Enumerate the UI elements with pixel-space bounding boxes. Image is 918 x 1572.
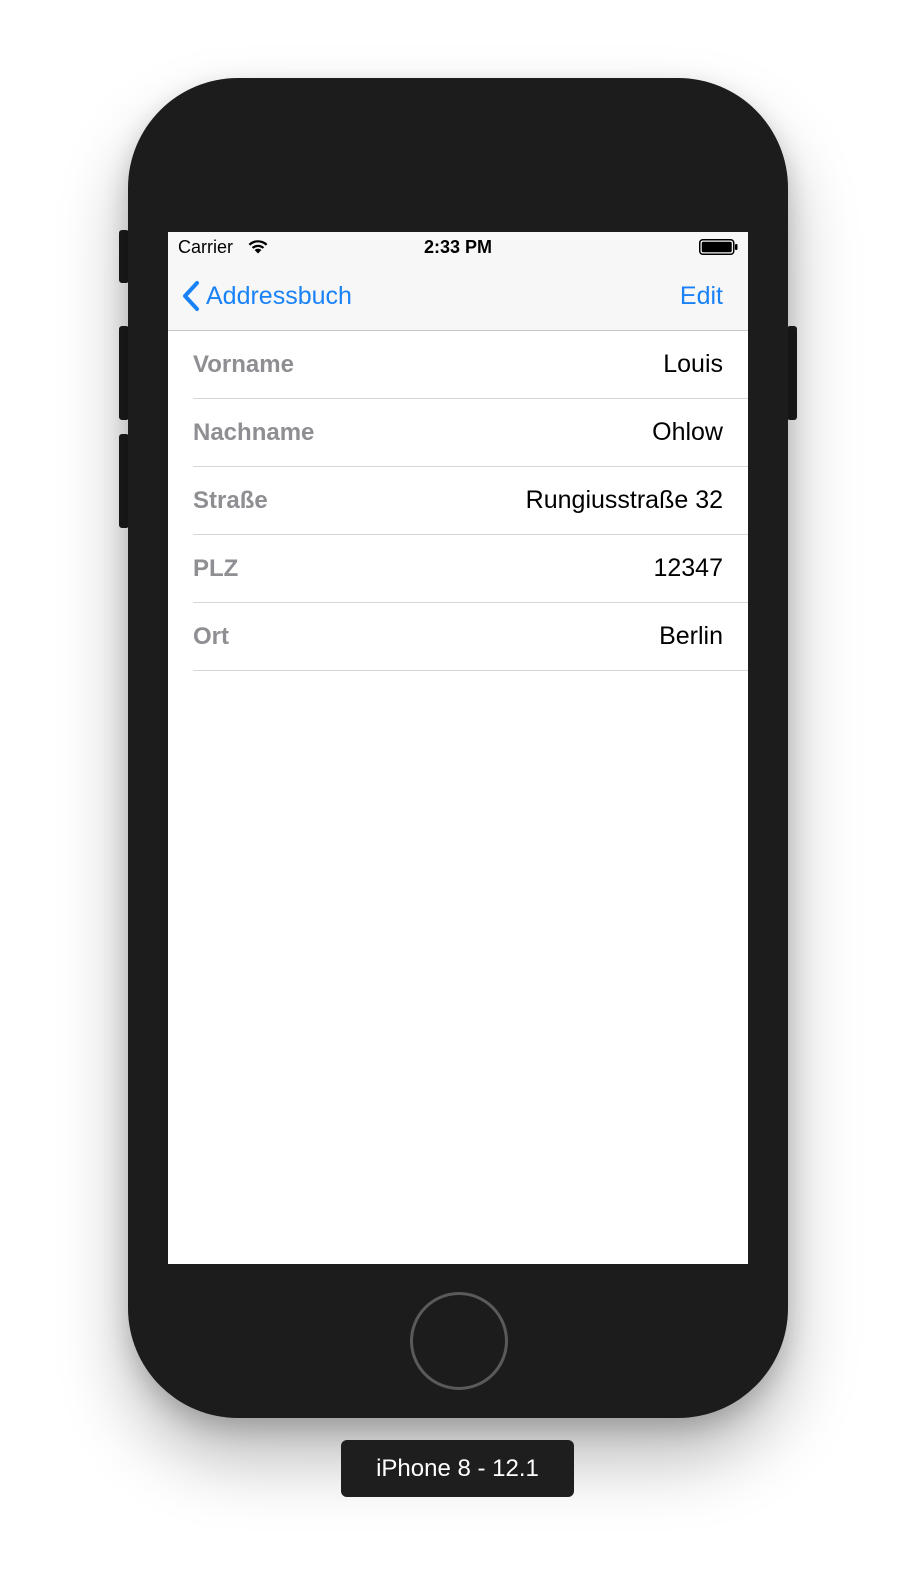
table-row-plz[interactable]: PLZ 12347	[193, 535, 748, 603]
table-row-strasse[interactable]: Straße Rungiusstraße 32	[193, 467, 748, 535]
navigation-bar: Addressbuch Edit	[168, 262, 748, 331]
row-value: 12347	[653, 554, 723, 582]
row-value: Berlin	[659, 622, 723, 650]
table-row-vorname[interactable]: Vorname Louis	[193, 331, 748, 399]
simulator-device-label: iPhone 8 - 12.1	[341, 1440, 574, 1497]
back-button-label: Addressbuch	[206, 281, 352, 310]
row-label: Straße	[193, 487, 268, 514]
status-time: 2:33 PM	[423, 237, 493, 257]
chevron-left-icon	[183, 281, 199, 311]
row-value: Ohlow	[652, 418, 723, 446]
simulator-stage: Carrier 2:33 PM Addressbuch Edit Vorname…	[0, 0, 918, 1572]
battery-full-icon	[699, 239, 738, 255]
table-row-nachname[interactable]: Nachname Ohlow	[193, 399, 748, 467]
device-screen: Carrier 2:33 PM Addressbuch Edit Vorname…	[168, 232, 748, 1264]
row-label: Ort	[193, 623, 229, 650]
status-bar: Carrier 2:33 PM	[168, 232, 748, 262]
back-button[interactable]: Addressbuch	[180, 278, 352, 314]
row-value: Louis	[663, 350, 723, 378]
table-row-ort[interactable]: Ort Berlin	[193, 603, 748, 671]
contact-detail-table: Vorname Louis Nachname Ohlow Straße Rung…	[168, 331, 748, 671]
power-button	[787, 326, 797, 420]
row-label: Vorname	[193, 351, 294, 378]
row-label: Nachname	[193, 419, 315, 446]
row-label: PLZ	[193, 555, 239, 582]
row-value: Rungiusstraße 32	[525, 486, 723, 514]
home-button[interactable]	[410, 1292, 508, 1390]
edit-button[interactable]: Edit	[680, 278, 723, 314]
